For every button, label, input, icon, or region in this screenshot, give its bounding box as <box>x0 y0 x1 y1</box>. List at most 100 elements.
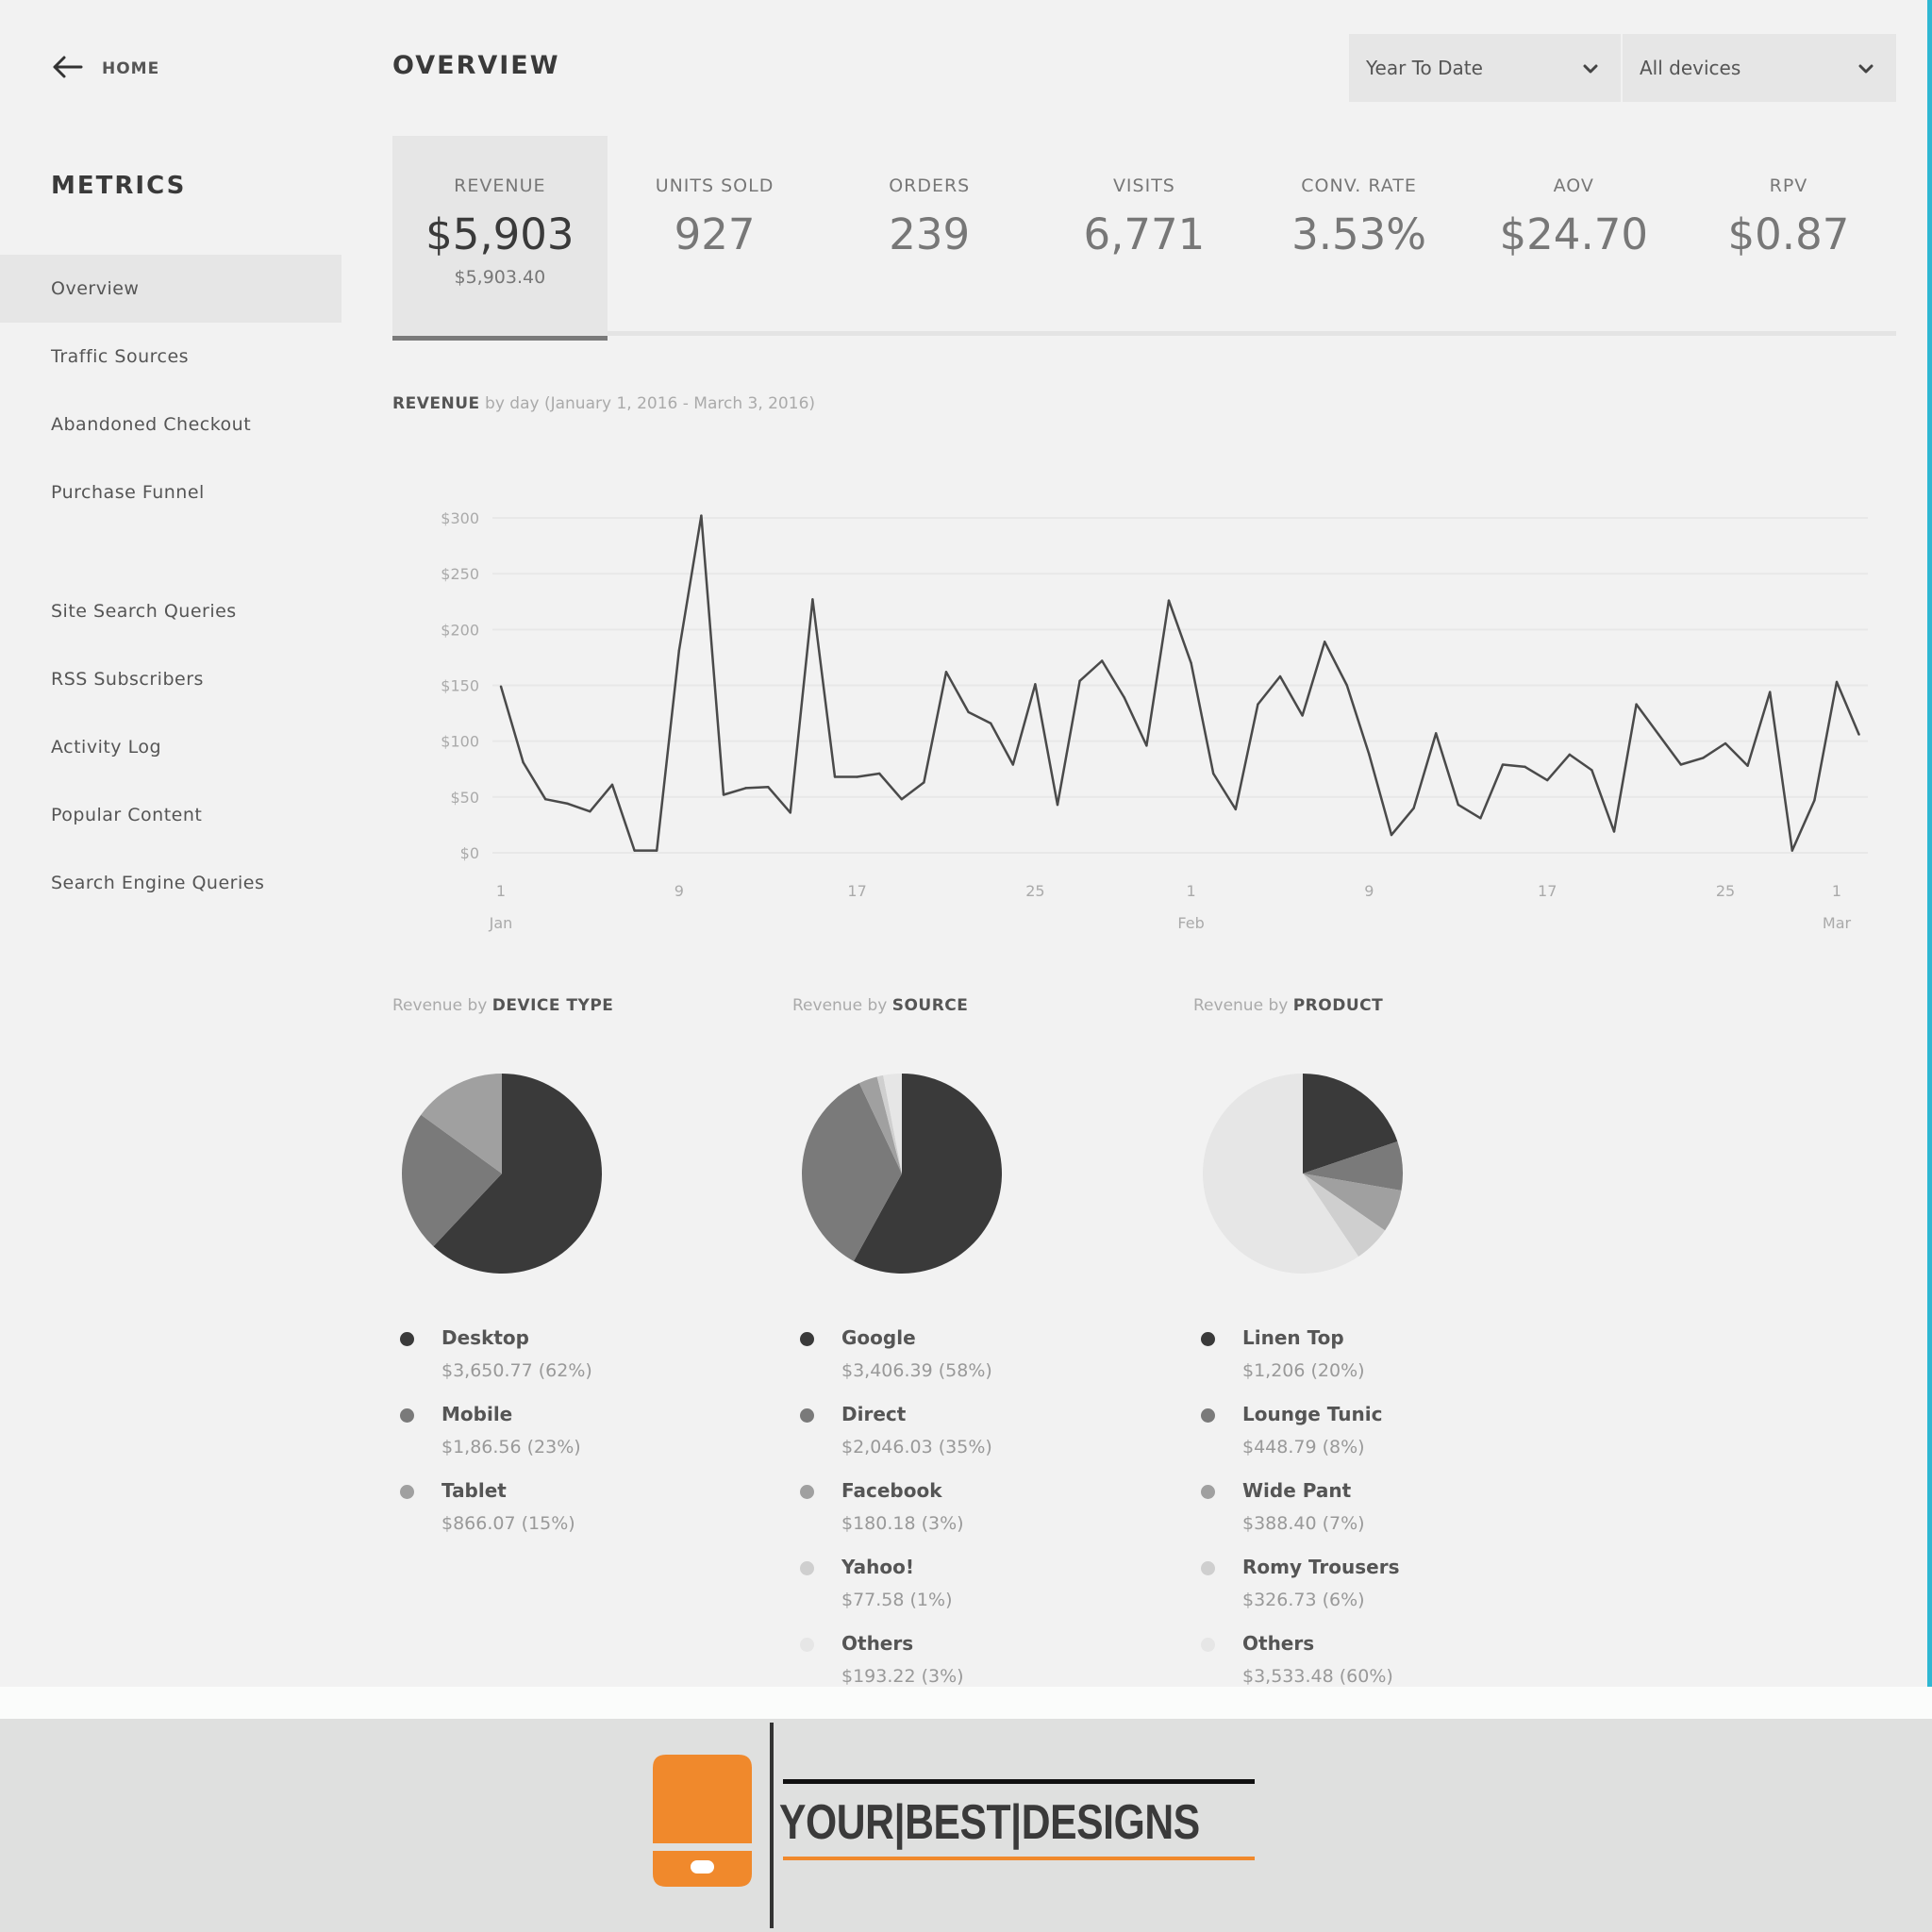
metric-label: AOV <box>1553 175 1594 196</box>
data-point <box>1368 753 1371 757</box>
data-point <box>1301 714 1304 717</box>
legend-dot-icon <box>800 1638 814 1652</box>
metric-value: $24.70 <box>1499 209 1649 259</box>
phone-logo-icon <box>653 1755 752 1887</box>
pie-section-source: Revenue by SOURCE Google $3,406.39 (58%) D… <box>792 996 1170 1687</box>
metric-value: 3.53% <box>1291 209 1427 259</box>
legend-label: Lounge Tunic <box>1242 1403 1383 1425</box>
data-point <box>1835 680 1839 684</box>
y-tick-label: $0 <box>460 844 479 862</box>
x-tick-label: 1 <box>1832 882 1841 900</box>
data-point <box>1546 778 1549 782</box>
data-point <box>1078 679 1081 682</box>
legend-dot-icon <box>1201 1561 1215 1575</box>
data-point <box>1234 808 1237 811</box>
data-point <box>1167 599 1171 602</box>
sidebar-item-abandoned-checkout[interactable]: Abandoned Checkout <box>0 391 341 458</box>
metric-label: RPV <box>1769 175 1808 196</box>
page-title: OVERVIEW <box>392 51 560 80</box>
metric-label: REVENUE <box>454 175 546 196</box>
legend-value: $866.07 (15%) <box>441 1513 575 1534</box>
device-value: All devices <box>1640 57 1741 79</box>
data-point <box>1657 733 1660 736</box>
metric-label: UNITS SOLD <box>655 175 774 196</box>
metric-value: $5,903 <box>425 209 575 259</box>
pie-section-device-type: Revenue by DEVICE TYPE Desktop $3,650.77 … <box>392 996 770 1534</box>
sidebar-item-search-engine-queries[interactable]: Search Engine Queries <box>0 849 341 917</box>
sidebar-item-site-search-queries[interactable]: Site Search Queries <box>0 577 341 645</box>
data-point <box>789 811 791 814</box>
y-tick-label: $150 <box>441 677 479 695</box>
metric-tab-orders[interactable]: ORDERS 239 <box>822 136 1037 336</box>
x-tick-label: 17 <box>1538 882 1557 900</box>
chevron-down-icon <box>1858 57 1874 79</box>
metric-tab-revenue[interactable]: REVENUE $5,903 $5,903.40 <box>392 136 608 341</box>
revenue-line-chart: $0 $50 $100 $150 $200 $250 $300 1 Jan 9 17 25 1 Feb 9 1… <box>441 509 1868 932</box>
data-point <box>1591 769 1593 772</box>
data-point <box>1679 763 1683 766</box>
pie-section-product: Revenue by PRODUCT Linen Top $1,206 (20%)… <box>1193 996 1571 1687</box>
metric-tab-visits[interactable]: VISITS 6,771 <box>1037 136 1252 336</box>
data-point <box>1724 741 1727 745</box>
data-point <box>499 685 503 688</box>
legend-label: Others <box>1242 1632 1315 1655</box>
metric-tab-rpv[interactable]: RPV $0.87 <box>1681 136 1896 336</box>
data-point <box>1479 817 1482 820</box>
data-point <box>522 760 525 764</box>
data-point <box>744 787 747 790</box>
legend-dot-icon <box>400 1408 414 1423</box>
metric-value: 6,771 <box>1083 209 1206 259</box>
chevron-down-icon <box>1583 57 1598 79</box>
data-point <box>633 849 636 852</box>
data-point <box>990 722 992 724</box>
data-point <box>1524 765 1526 769</box>
sidebar-item-rss-subscribers[interactable]: RSS Subscribers <box>0 645 341 713</box>
legend-label: Direct <box>841 1403 907 1425</box>
metric-tab-units-sold[interactable]: UNITS SOLD 927 <box>608 136 823 336</box>
metric-label: ORDERS <box>889 175 971 196</box>
legend-dot-icon <box>1201 1638 1215 1652</box>
data-point <box>767 785 770 789</box>
legend-label: Google <box>841 1326 916 1349</box>
metric-label: CONV. RATE <box>1301 175 1417 196</box>
date-range-value: Year To Date <box>1366 57 1483 79</box>
legend-label: Linen Top <box>1242 1326 1344 1349</box>
x-month-label: Jan <box>489 914 513 932</box>
data-point <box>589 810 591 813</box>
pie-title: Revenue by PRODUCT <box>1193 996 1571 1015</box>
brand-wordmark: YOUR|BEST|DESIGNS <box>779 1794 1200 1851</box>
logo-top-rule <box>783 1779 1255 1784</box>
metric-tab-aov[interactable]: AOV $24.70 <box>1466 136 1681 336</box>
data-point <box>900 798 903 801</box>
data-point <box>811 598 814 601</box>
sidebar-item-activity-log[interactable]: Activity Log <box>0 713 341 781</box>
metric-tab-conv-rate[interactable]: CONV. RATE 3.53% <box>1252 136 1467 336</box>
legend-label: Desktop <box>441 1326 529 1349</box>
sidebar-item-overview[interactable]: Overview <box>0 255 341 323</box>
device-select[interactable]: All devices <box>1623 34 1896 102</box>
date-range-select[interactable]: Year To Date <box>1349 34 1621 102</box>
sidebar-item-traffic-sources[interactable]: Traffic Sources <box>0 323 341 391</box>
data-point <box>1101 659 1104 662</box>
legend-value: $77.58 (1%) <box>841 1590 953 1610</box>
data-point <box>1034 683 1037 686</box>
sidebar-item-popular-content[interactable]: Popular Content <box>0 781 341 849</box>
data-point <box>1324 641 1326 643</box>
legend-dot-icon <box>800 1408 814 1423</box>
sidebar-item-purchase-funnel[interactable]: Purchase Funnel <box>0 458 341 526</box>
data-point <box>1568 753 1572 757</box>
pie-title: Revenue by DEVICE TYPE <box>392 996 770 1015</box>
legend-dot-icon <box>400 1485 414 1499</box>
data-point <box>1257 703 1259 706</box>
data-point <box>1746 764 1749 767</box>
home-link[interactable]: HOME <box>51 55 159 83</box>
data-point <box>878 772 881 775</box>
legend-value: $180.18 (3%) <box>841 1513 964 1534</box>
data-point <box>1702 757 1705 759</box>
x-tick-label: 9 <box>1364 882 1374 900</box>
data-point <box>1412 807 1415 809</box>
legend-value: $1,86.56 (23%) <box>441 1437 581 1457</box>
data-point <box>1813 799 1816 802</box>
y-tick-label: $100 <box>441 733 479 751</box>
